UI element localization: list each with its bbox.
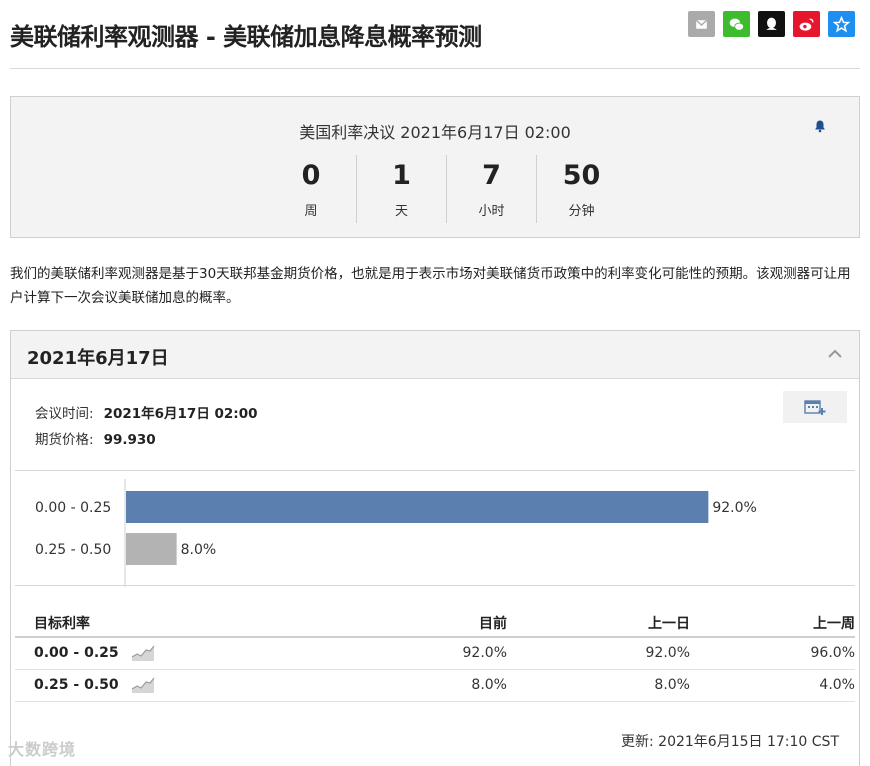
countdown-days: 1 天 [356,155,446,223]
table-row: 0.00 - 0.25 92.0% 92.0% 96.0% [15,637,855,670]
previous-day-value: 92.0% [507,637,690,670]
probability-chart: 0.00 - 0.25 92.0% 0.25 - 0.50 8.0% [11,479,859,587]
meeting-time-row: 会议时间: 2021年6月17日 02:00 [35,401,258,427]
rate-cell: 0.00 - 0.25 [15,637,407,670]
title-divider [10,68,860,69]
rate-cell: 0.25 - 0.50 [15,669,407,702]
countdown-value: 0 [301,160,321,191]
share-favorite-button[interactable] [828,11,855,37]
probability-table: 目标利率 目前 上一日 上一周 0.00 - 0.25 92.0% 92.0% … [15,609,855,702]
table-header-row: 目标利率 目前 上一日 上一周 [15,609,855,638]
meeting-time-value: 2021年6月17日 02:00 [103,406,258,422]
panel-header[interactable]: 2021年6月17日 [11,331,859,379]
divider [15,470,855,471]
share-bar [688,11,855,37]
panel-date: 2021年6月17日 [27,348,169,369]
meeting-time-label: 会议时间: [35,406,94,422]
calendar-add-icon [804,400,826,415]
chevron-up-icon[interactable] [827,347,843,361]
updated-timestamp: 更新: 2021年6月15日 17:10 CST [621,734,839,750]
countdown-weeks: 0 周 [266,155,356,223]
countdown-title: 美国利率决议 2021年6月17日 02:00 [299,123,571,142]
meeting-info: 会议时间: 2021年6月17日 02:00 期货价格: 99.930 [35,401,258,453]
share-qq-button[interactable] [758,11,785,37]
chart-bar [126,491,709,523]
countdown-label: 周 [304,204,318,219]
chart-category-label: 0.00 - 0.25 [35,500,111,516]
probability-chart-svg: 0.00 - 0.25 92.0% 0.25 - 0.50 8.0% [35,479,757,587]
star-icon [833,15,850,33]
countdown-units: 0 周 1 天 7 小时 50 分钟 [266,155,626,223]
chart-value-label: 8.0% [181,542,217,558]
current-value: 92.0% [407,637,507,670]
chart-category-label: 0.25 - 0.50 [35,542,111,558]
watermark: 大数跨境 [8,740,77,759]
previous-day-value: 8.0% [507,669,690,702]
page-title: 美联储利率观测器 - 美联储加息降息概率预测 [10,23,482,51]
previous-week-value: 4.0% [690,669,855,702]
meeting-panel: 2021年6月17日 会议时间: 2021年6月17日 02:00 期货价格: 99… [10,330,860,766]
divider [15,585,855,586]
description-text: 我们的美联储利率观测器是基于30天联邦基金期货价格，也就是用于表示市场对美联储货… [10,266,851,306]
countdown-minutes: 50 分钟 [536,155,626,223]
countdown-value: 50 [562,160,601,191]
share-mail-button[interactable] [688,11,715,37]
futures-price-label: 期货价格: [35,432,94,448]
chart-bar [126,533,177,565]
countdown-value: 7 [482,160,501,191]
countdown-hours: 7 小时 [446,155,536,223]
countdown-label: 分钟 [568,204,595,219]
rate-label: 0.25 - 0.50 [34,677,119,693]
trend-chart-icon[interactable] [131,676,155,694]
trend-chart-icon[interactable] [131,644,155,662]
previous-week-value: 96.0% [690,637,855,670]
futures-price-row: 期货价格: 99.930 [35,427,258,453]
countdown-value: 1 [392,160,411,191]
table-row: 0.25 - 0.50 8.0% 8.0% 4.0% [15,669,855,702]
qq-icon [766,17,777,30]
share-wechat-button[interactable] [723,11,750,37]
share-weibo-button[interactable] [793,11,820,37]
col-previous-week: 上一周 [690,609,855,638]
col-target-rate: 目标利率 [15,609,407,638]
futures-price-value: 99.930 [103,432,156,448]
bell-icon[interactable] [813,119,827,133]
countdown-label: 天 [394,204,408,219]
col-previous-day: 上一日 [507,609,690,638]
add-calendar-button[interactable] [783,391,847,423]
col-current: 目前 [407,609,507,638]
countdown-box: 美国利率决议 2021年6月17日 02:00 0 周 1 天 7 小时 50 … [10,96,860,238]
current-value: 8.0% [407,669,507,702]
countdown-label: 小时 [478,204,505,219]
weibo-icon [799,17,814,31]
chart-value-label: 92.0% [712,500,756,516]
wechat-icon [729,18,745,31]
mail-icon [695,19,708,29]
rate-label: 0.00 - 0.25 [34,645,119,662]
